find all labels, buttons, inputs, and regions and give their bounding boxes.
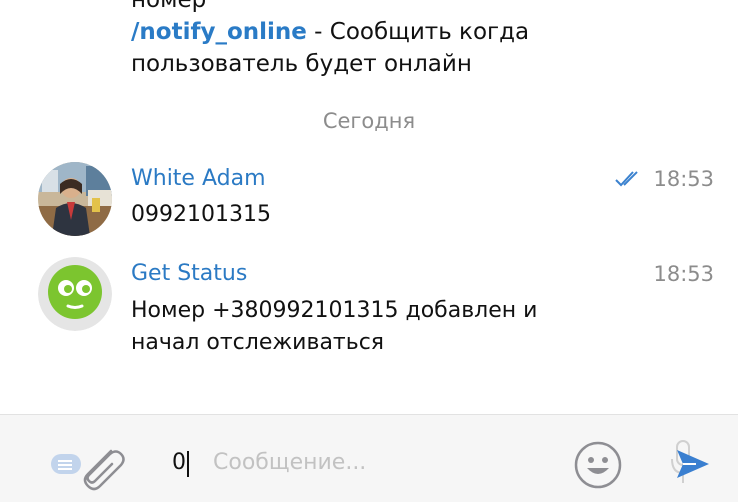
message-sender[interactable]: White Adam xyxy=(131,164,266,194)
message-text: Номер +380992101315 добавлен и начал отс… xyxy=(131,298,538,355)
emoji-icon xyxy=(574,441,622,489)
previous-message-line-3: пользователь будет онлайн xyxy=(131,51,472,77)
paperclip-icon xyxy=(51,449,125,491)
emoji-button[interactable] xyxy=(573,440,623,490)
previous-message: номер /notify_online - Сообщить когда по… xyxy=(131,0,691,80)
message-text: 0992101315 xyxy=(131,202,271,227)
bot-avatar-green[interactable] xyxy=(38,257,112,331)
message-time: 18:53 xyxy=(653,262,714,286)
bot-command-link[interactable]: /notify_online xyxy=(131,19,307,45)
message-input-value: 0 xyxy=(172,450,186,475)
chat-history: номер /notify_online - Сообщить когда по… xyxy=(0,0,738,414)
previous-message-line-1: номер xyxy=(131,0,207,13)
send-button[interactable] xyxy=(674,447,712,481)
date-separator: Сегодня xyxy=(322,109,416,133)
send-icon xyxy=(677,450,709,478)
message-input-placeholder: Сообщение... xyxy=(213,450,367,475)
message-sender[interactable]: Get Status xyxy=(131,259,247,289)
message-item: Get Status 18:53 Номер +380992101315 доб… xyxy=(0,255,738,365)
bot-command-description: - Сообщить когда xyxy=(306,19,530,45)
user-photo-avatar[interactable] xyxy=(38,162,112,236)
text-cursor xyxy=(187,451,189,477)
message-time: 18:53 xyxy=(653,167,714,191)
double-check-icon xyxy=(614,170,644,192)
previous-message-line-2: /notify_online - Сообщить когда xyxy=(131,16,691,48)
message-input[interactable]: 0 Сообщение... xyxy=(158,443,538,483)
message-composer: 0 Сообщение... xyxy=(0,415,738,502)
message-item: White Adam 18:53 0992101315 xyxy=(0,160,738,246)
attach-button[interactable] xyxy=(48,441,128,493)
